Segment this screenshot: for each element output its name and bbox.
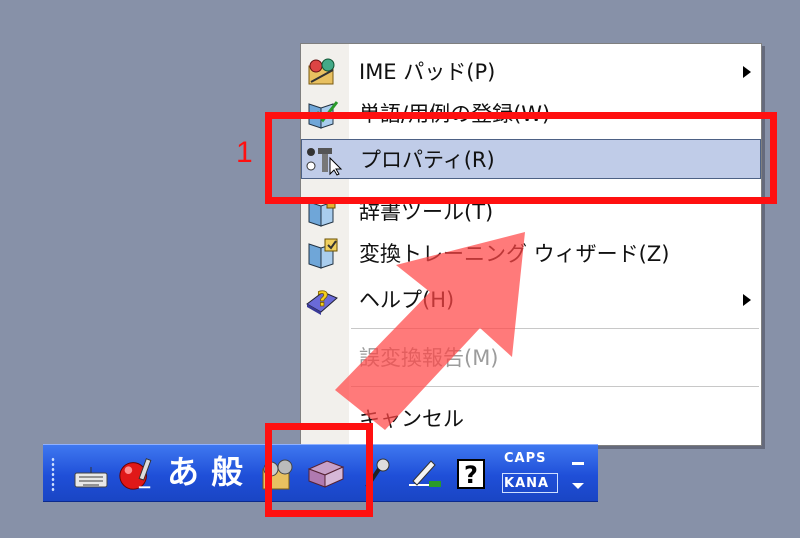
training-wizard-icon: [308, 238, 338, 269]
minimize-langbar-icon[interactable]: [567, 453, 589, 493]
svg-text:?: ?: [464, 461, 478, 489]
ime-brush-icon[interactable]: [115, 455, 157, 493]
svg-text:?: ?: [317, 287, 329, 311]
highlight-properties-box: [265, 112, 777, 204]
menu-item-label: キャンセル: [359, 407, 464, 431]
conversion-mode-button[interactable]: 般: [211, 452, 243, 492]
caps-indicator: CAPS: [504, 451, 547, 466]
ime-context-menu: IME パッド(P) 単語/用例の登録(W) プロパティ(R) 辞書ツール(T): [300, 43, 762, 446]
menu-separator: [351, 386, 759, 387]
input-mode-button[interactable]: あ: [167, 452, 199, 492]
submenu-arrow-icon: [743, 66, 751, 78]
help-book-icon: ?: [306, 287, 338, 315]
menu-item-misconversion-report: 誤変換報告(M): [301, 338, 761, 378]
highlight-tool-button-box: [265, 423, 373, 517]
menu-item-label: IME パッド(P): [359, 60, 496, 84]
keyboard-icon[interactable]: [73, 455, 109, 493]
kana-indicator: KANA: [504, 476, 550, 491]
menu-item-label: ヘルプ(H): [359, 288, 455, 312]
help-icon[interactable]: ?: [455, 455, 487, 493]
menu-item-training-wizard[interactable]: 変換トレーニング ウィザード(Z): [301, 234, 761, 274]
menu-separator: [351, 328, 759, 329]
menu-item-ime-pad[interactable]: IME パッド(P): [301, 52, 761, 92]
annotation-step-number: 1: [236, 136, 253, 169]
submenu-arrow-icon: [743, 294, 751, 306]
handwriting-icon[interactable]: [405, 455, 445, 493]
drag-handle[interactable]: [51, 457, 55, 493]
menu-item-help[interactable]: ? ヘルプ(H): [301, 280, 761, 320]
menu-item-label: 変換トレーニング ウィザード(Z): [359, 242, 670, 266]
menu-item-label: 誤変換報告(M): [359, 346, 499, 370]
ime-pad-icon: [308, 58, 335, 85]
